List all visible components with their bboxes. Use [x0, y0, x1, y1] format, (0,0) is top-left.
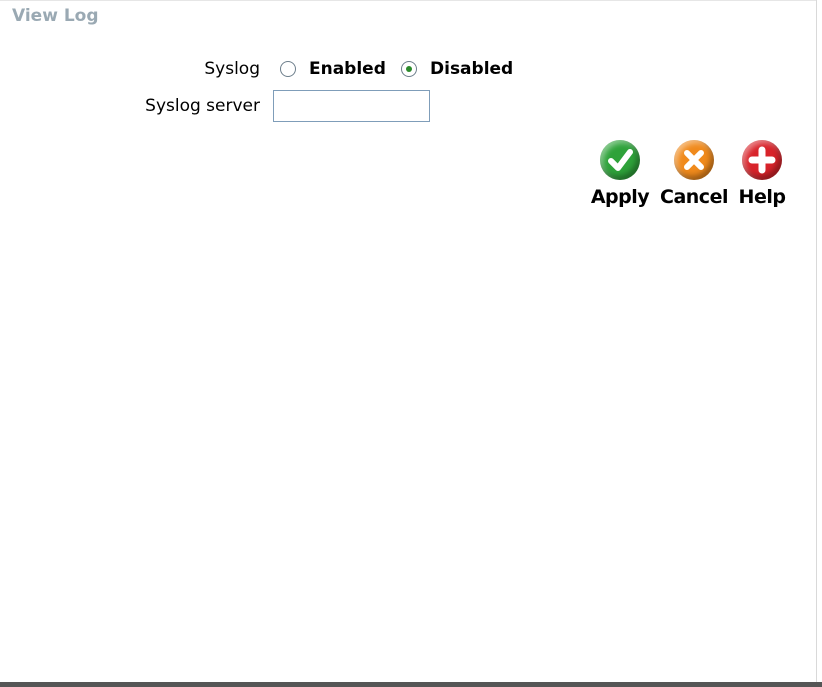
- apply-button[interactable]: Apply: [588, 140, 652, 208]
- cancel-x-icon: [674, 140, 714, 180]
- right-divider: [816, 0, 817, 682]
- syslog-disabled-label[interactable]: Disabled: [430, 59, 513, 79]
- syslog-enabled-radio[interactable]: [280, 61, 296, 77]
- checkmark-icon: [600, 140, 640, 180]
- top-divider: [0, 0, 816, 1]
- syslog-server-input[interactable]: [273, 90, 430, 122]
- help-label: Help: [738, 186, 786, 208]
- page-title: View Log: [12, 6, 99, 26]
- help-button[interactable]: Help: [736, 140, 788, 208]
- syslog-disabled-radio[interactable]: [401, 61, 417, 77]
- syslog-label: Syslog: [204, 59, 260, 79]
- syslog-server-label: Syslog server: [145, 96, 260, 116]
- syslog-enabled-label[interactable]: Enabled: [309, 59, 386, 79]
- bottom-border: [0, 682, 822, 687]
- cancel-label: Cancel: [660, 186, 728, 208]
- apply-label: Apply: [590, 186, 650, 208]
- cancel-button[interactable]: Cancel: [657, 140, 731, 208]
- help-plus-icon: [742, 140, 782, 180]
